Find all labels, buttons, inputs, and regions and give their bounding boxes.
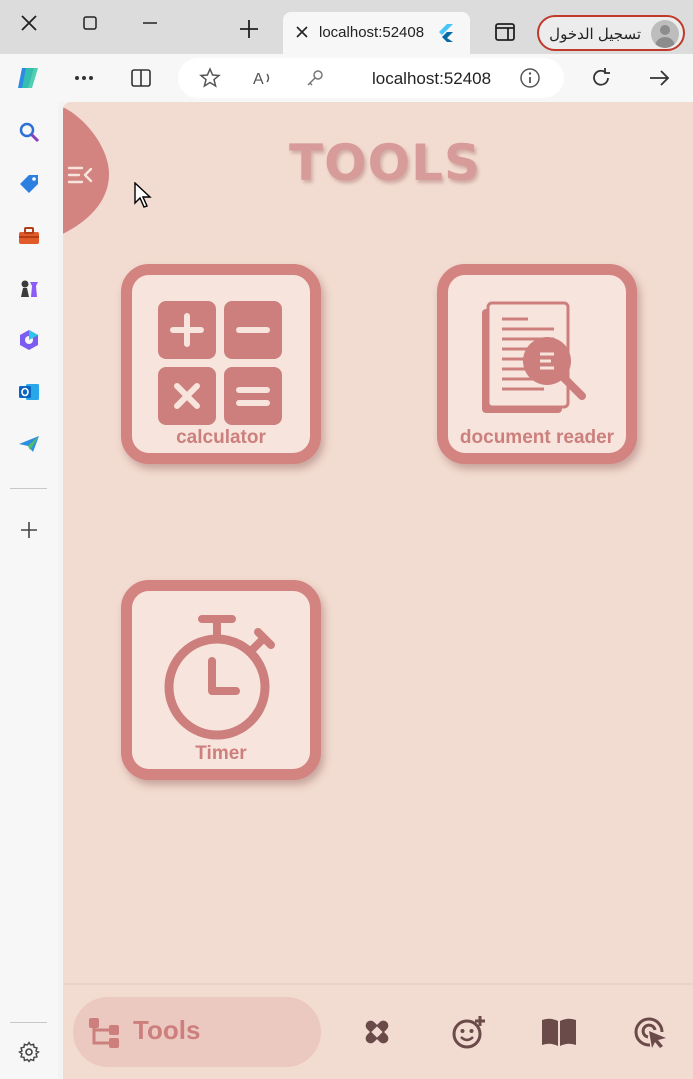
m365-icon[interactable] [15, 326, 43, 354]
more-options-icon[interactable] [70, 64, 98, 92]
cursor-click-icon [634, 1017, 666, 1048]
send-paper-plane-icon[interactable] [15, 430, 43, 458]
page-title: TOOLS [289, 134, 481, 192]
chess-icon[interactable] [15, 274, 43, 302]
maximize-icon [83, 16, 97, 30]
svg-text:A: A [253, 71, 264, 88]
browser-sidebar [0, 102, 58, 1079]
info-icon[interactable] [516, 64, 544, 92]
sidebar-panel-icon [495, 23, 515, 41]
tools-icon [89, 1018, 119, 1048]
browser-toolbar: A localhost:52408 [0, 54, 693, 102]
refresh-icon[interactable] [587, 64, 615, 92]
sign-in-button[interactable]: تسجيل الدخول [537, 15, 685, 51]
tab-close-button[interactable] [293, 23, 311, 41]
tool-label: calculator [176, 427, 266, 448]
bottom-navigation: Tools [63, 983, 693, 1079]
book-icon [542, 1018, 576, 1046]
calculator-tool-card[interactable]: calculator [121, 264, 321, 464]
menu-collapse-icon [67, 166, 93, 184]
close-icon [21, 15, 37, 31]
bandage-icon [365, 1020, 389, 1044]
sign-in-label: تسجيل الدخول [549, 26, 641, 43]
close-icon [296, 26, 308, 38]
minimize-icon [143, 22, 157, 24]
search-icon[interactable] [15, 118, 43, 146]
key-icon[interactable] [301, 64, 329, 92]
browser-tab-strip: localhost:52408 تسجيل الدخول [0, 0, 693, 54]
address-bar[interactable]: A localhost:52408 [178, 58, 564, 98]
drawer-menu-button[interactable] [63, 102, 109, 242]
sidebar-divider [10, 1022, 47, 1023]
tab-title: localhost:52408 [319, 24, 425, 41]
maximize-window-button[interactable] [75, 8, 105, 38]
shopping-tag-icon[interactable] [15, 170, 43, 198]
plus-icon [240, 20, 258, 38]
new-tab-button[interactable] [238, 18, 260, 45]
app-viewport: TOOLS calculator document reader Timer T… [63, 102, 693, 1079]
avatar-icon [651, 20, 679, 48]
favorite-star-icon[interactable] [196, 64, 224, 92]
copilot-icon[interactable] [14, 64, 42, 92]
add-sidebar-app-icon[interactable] [15, 516, 43, 544]
split-screen-icon[interactable] [127, 64, 155, 92]
outlook-icon[interactable] [15, 378, 43, 406]
flutter-icon [437, 24, 453, 47]
nav-item-tools[interactable]: Tools [73, 997, 321, 1067]
nav-item-health[interactable] [358, 1013, 396, 1051]
minimize-window-button[interactable] [135, 8, 165, 38]
nav-item-library[interactable] [540, 1013, 578, 1051]
close-window-button[interactable] [14, 8, 44, 38]
nav-item-mood[interactable] [450, 1013, 488, 1051]
tool-label: Timer [195, 743, 247, 764]
timer-tool-card[interactable]: Timer [121, 580, 321, 780]
nav-item-focus[interactable] [631, 1013, 669, 1051]
tool-label: document reader [459, 427, 615, 448]
mouse-pointer-icon [134, 182, 152, 208]
document-reader-tool-card[interactable]: document reader [437, 264, 637, 464]
read-aloud-icon[interactable]: A [249, 64, 277, 92]
forward-arrow-icon[interactable] [645, 64, 673, 92]
browser-tab[interactable]: localhost:52408 [283, 12, 470, 54]
emoji-add-icon [452, 1016, 485, 1049]
nav-active-label: Tools [133, 1015, 201, 1045]
settings-gear-icon[interactable] [15, 1038, 43, 1066]
sidebar-divider [10, 488, 47, 489]
sidebar-toggle-button[interactable] [494, 22, 516, 47]
toolbox-icon[interactable] [15, 222, 43, 250]
url-text[interactable]: localhost:52408 [372, 69, 491, 89]
